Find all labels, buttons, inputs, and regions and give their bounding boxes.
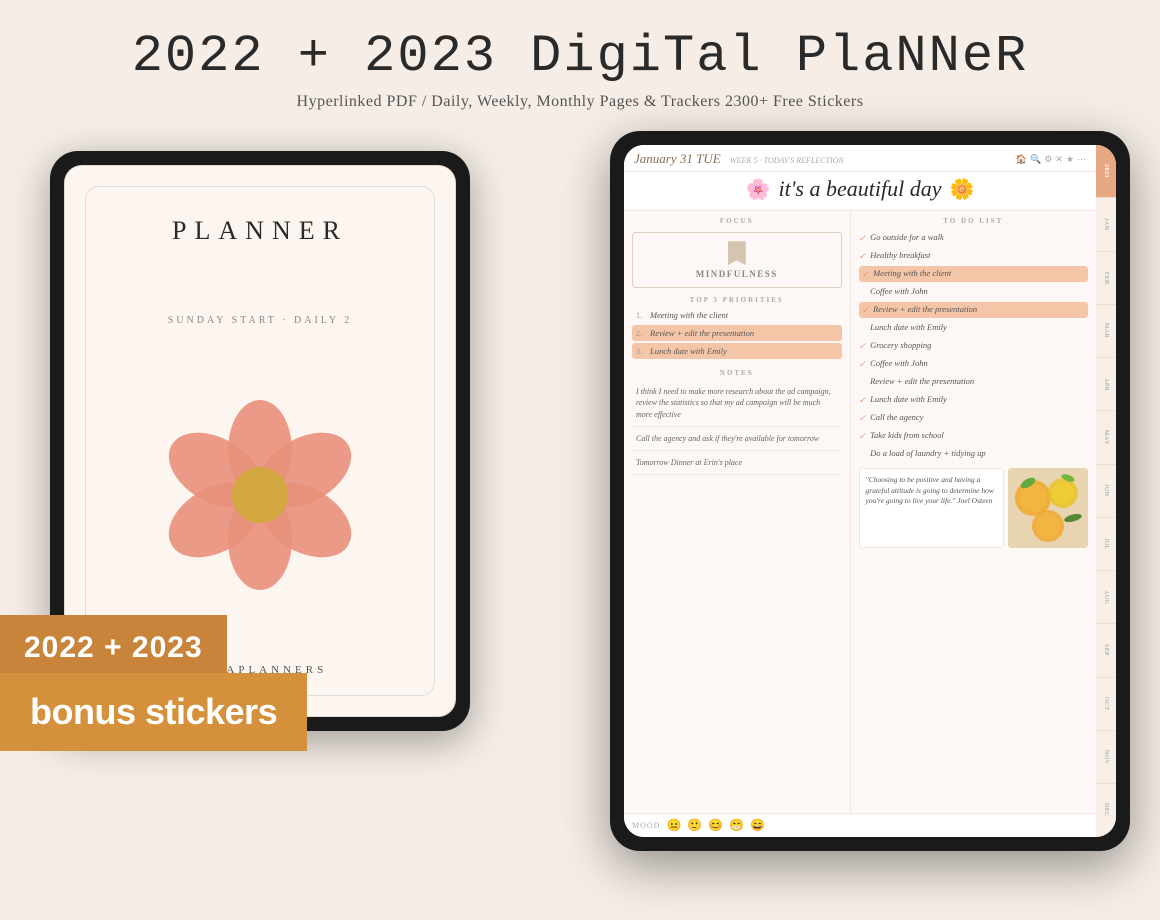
settings-icon[interactable]: ⚙: [1044, 154, 1052, 165]
todo-item: ✓Coffee with John: [859, 284, 1088, 300]
year-badge: 2022 + 2023: [0, 615, 227, 681]
tab-dec[interactable]: DEC: [1096, 784, 1116, 837]
month-tabs: 2023 JAN FEB MAR APR MAY JUN JUL AUG SEP…: [1096, 145, 1116, 837]
notes-section: NOTES I think I need to make more resear…: [632, 369, 842, 807]
tab-oct[interactable]: OCT: [1096, 678, 1116, 731]
todo-item: ✓Review + edit the presentation: [859, 374, 1088, 390]
citrus-image: [1008, 468, 1088, 548]
home-icon[interactable]: 🏠: [1016, 154, 1027, 165]
todo-item: ✓Do a load of laundry + tidying up: [859, 446, 1088, 462]
tab-jan[interactable]: JAN: [1096, 198, 1116, 251]
close-icon[interactable]: ✕: [1055, 154, 1063, 165]
todo-item: ✓Coffee with John: [859, 356, 1088, 372]
priorities-section: TOP 3 PRIORITIES 1. Meeting with the cli…: [632, 296, 842, 361]
planner-title: PLANNER: [172, 216, 348, 246]
planner-date: January 31 TUE WEEK 5 · TODAY'S REFLECTI…: [634, 151, 844, 167]
stickers-badge: bonus stickers: [0, 673, 307, 751]
planner-topbar: January 31 TUE WEEK 5 · TODAY'S REFLECTI…: [624, 145, 1096, 172]
todo-item: ✓Grocery shopping: [859, 338, 1088, 354]
mood-emoji-4[interactable]: 😁: [729, 818, 744, 833]
todo-item: ✓Go outside for a walk: [859, 230, 1088, 246]
tab-nov[interactable]: NOV: [1096, 731, 1116, 784]
focus-value: MINDFULNESS: [641, 269, 833, 279]
planner-subtitle: SUNDAY START · DAILY 2: [168, 315, 353, 326]
focus-box: MINDFULNESS: [632, 232, 842, 288]
tab-may[interactable]: MAY: [1096, 411, 1116, 464]
note-item-1: I think I need to make more research abo…: [632, 380, 842, 427]
quote-box: "Choosing to be positive and having a gr…: [859, 468, 1004, 548]
tab-apr[interactable]: APR: [1096, 358, 1116, 411]
mood-emoji-2[interactable]: 🙂: [687, 818, 702, 833]
flower-decoration: [160, 395, 360, 595]
tab-aug[interactable]: AUG: [1096, 571, 1116, 624]
page-header: 2022 + 2023 DigiTal PlaNNeR Hyperlinked …: [0, 0, 1160, 121]
todo-item: ✓Healthy breakfast: [859, 248, 1088, 264]
tab-sep[interactable]: SEP: [1096, 624, 1116, 677]
todo-item: ✓Lunch date with Emily: [859, 320, 1088, 336]
tab-jun[interactable]: JUN: [1096, 465, 1116, 518]
priority-item-3: 3. Lunch date with Emily: [632, 343, 842, 359]
note-item-2: Call the agency and ask if they're avail…: [632, 427, 842, 451]
todo-item: ✓Lunch date with Emily: [859, 392, 1088, 408]
mood-row: MOOD 😐 🙂 😊 😁 😄: [624, 813, 1096, 837]
todo-item: ✓Meeting with the client: [859, 266, 1088, 282]
right-tablet-screen: January 31 TUE WEEK 5 · TODAY'S REFLECTI…: [624, 145, 1116, 837]
planner-body: FOCUS MINDFULNESS TOP 3 PRIORITIES 1. Me…: [624, 211, 1096, 813]
note-item-3: Tomorrow Dinner at Erin's place: [632, 451, 842, 475]
mood-emoji-5[interactable]: 😄: [750, 818, 765, 833]
priority-item-2: 2. Review + edit the presentation: [632, 325, 842, 341]
left-column: FOCUS MINDFULNESS TOP 3 PRIORITIES 1. Me…: [624, 211, 851, 813]
right-tablet: January 31 TUE WEEK 5 · TODAY'S REFLECTI…: [610, 131, 1130, 851]
mood-emoji-3[interactable]: 😊: [708, 818, 723, 833]
focus-bookmark-icon: [728, 241, 746, 265]
todo-item: ✓Review + edit the presentation: [859, 302, 1088, 318]
mood-emoji-1[interactable]: 😐: [666, 818, 681, 833]
todo-label: TO DO LIST: [859, 217, 1088, 225]
flower-right-icon: 🌼: [949, 177, 974, 202]
quote-image-section: "Choosing to be positive and having a gr…: [859, 468, 1088, 548]
tab-mar[interactable]: MAR: [1096, 305, 1116, 358]
priority-item-1: 1. Meeting with the client: [632, 307, 842, 323]
main-title: 2022 + 2023 DigiTal PlaNNeR: [20, 28, 1140, 85]
notes-label: NOTES: [632, 369, 842, 377]
dots-icon[interactable]: ⋯: [1077, 154, 1086, 165]
priorities-label: TOP 3 PRIORITIES: [632, 296, 842, 304]
right-column: TO DO LIST ✓Go outside for a walk ✓Healt…: [851, 211, 1096, 813]
planner-main-content: January 31 TUE WEEK 5 · TODAY'S REFLECTI…: [624, 145, 1096, 837]
star-icon[interactable]: ★: [1066, 154, 1074, 165]
tagline: it's a beautiful day: [779, 176, 942, 202]
todo-item: ✓Take kids from school: [859, 428, 1088, 444]
flower-left-icon: 🌸: [746, 177, 771, 202]
subtitle: Hyperlinked PDF / Daily, Weekly, Monthly…: [20, 93, 1140, 111]
toolbar-icons: 🏠 🔍 ⚙ ✕ ★ ⋯: [1016, 154, 1086, 165]
tab-2023[interactable]: 2023: [1096, 145, 1116, 198]
todo-item: ✓Call the agency: [859, 410, 1088, 426]
beautiful-day-header: 🌸 it's a beautiful day 🌼: [624, 172, 1096, 211]
tab-feb[interactable]: FEB: [1096, 252, 1116, 305]
focus-label: FOCUS: [632, 217, 842, 225]
tab-jul[interactable]: JUL: [1096, 518, 1116, 571]
search-icon[interactable]: 🔍: [1030, 154, 1041, 165]
tablets-area: PLANNER SUNDAY START · DAILY 2 KAYAPLANN…: [0, 131, 1160, 851]
mood-label: MOOD: [632, 821, 660, 830]
